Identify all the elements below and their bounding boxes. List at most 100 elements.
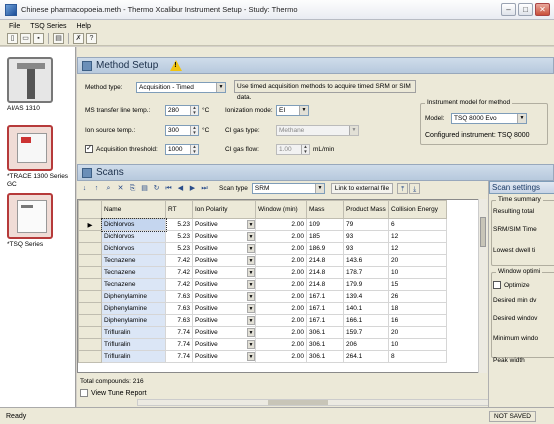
chevron-down-icon[interactable]: ▼: [247, 268, 255, 277]
instrument-item[interactable]: *TRACE 1300 Series GC: [7, 125, 73, 188]
scan-settings-tab[interactable]: Scan settings: [489, 181, 554, 194]
chevron-down-icon[interactable]: ▼: [247, 220, 255, 229]
chevron-down-icon[interactable]: ▼: [247, 244, 255, 253]
horizontal-scrollbar[interactable]: [137, 399, 537, 406]
table-row[interactable]: Tecnazene 7.42 Positive ▼ 2.00 214.8 178.7 10: [78, 266, 447, 279]
optimize-checkbox[interactable]: [493, 281, 501, 289]
name-cell[interactable]: Dichlorvos: [101, 230, 166, 243]
row-header[interactable]: [78, 302, 102, 315]
polarity-cell[interactable]: Positive ▼: [192, 314, 256, 327]
table-row[interactable]: Diphenylamine 7.63 Positive ▼ 2.00 167.1 166.1…: [78, 314, 447, 327]
collapse-icon[interactable]: [82, 60, 92, 71]
mass-cell[interactable]: 167.1: [306, 302, 344, 315]
collision-energy-cell[interactable]: 12: [388, 242, 447, 255]
rt-cell[interactable]: 7.63: [165, 314, 193, 327]
rt-cell[interactable]: 7.42: [165, 254, 193, 267]
spinner-icon[interactable]: ▲ ▼: [190, 105, 198, 115]
window-cell[interactable]: 2.00: [255, 302, 307, 315]
product-mass-cell[interactable]: 166.1: [343, 314, 389, 327]
copy-icon[interactable]: ⎘: [127, 183, 138, 194]
polarity-cell[interactable]: Positive ▼: [192, 350, 256, 363]
method-setup-header[interactable]: Method Setup: [77, 57, 554, 74]
polarity-cell[interactable]: Positive ▼: [192, 242, 256, 255]
collision-energy-cell[interactable]: 12: [388, 230, 447, 243]
table-row[interactable]: Dichlorvos 5.23 Positive ▼ 2.00 186.9 93 12: [78, 242, 447, 255]
find-icon[interactable]: ⌕: [103, 183, 114, 194]
vertical-scrollbar[interactable]: [478, 199, 487, 373]
delete-icon[interactable]: ✕: [115, 183, 126, 194]
chevron-down-icon[interactable]: ▼: [247, 256, 255, 265]
collision-energy-cell[interactable]: 16: [388, 314, 447, 327]
cut-icon[interactable]: ✗: [73, 33, 84, 44]
product-mass-cell[interactable]: 178.7: [343, 266, 389, 279]
column-header[interactable]: Collision Energy: [388, 200, 447, 219]
ionization-select[interactable]: EI ▼: [276, 105, 309, 116]
rt-cell[interactable]: 7.42: [165, 266, 193, 279]
maximize-button[interactable]: □: [518, 3, 533, 16]
column-header[interactable]: Name: [101, 200, 166, 219]
chevron-down-icon[interactable]: ▼: [247, 232, 255, 241]
name-cell[interactable]: Diphenylamine: [101, 302, 166, 315]
print-icon[interactable]: ▤: [53, 33, 64, 44]
collision-energy-cell[interactable]: 10: [388, 266, 447, 279]
paste-icon[interactable]: ▤: [139, 183, 150, 194]
row-header[interactable]: [78, 278, 102, 291]
rt-cell[interactable]: 7.74: [165, 326, 193, 339]
last-record-icon[interactable]: ⏭: [199, 183, 210, 194]
acq-threshold-checkbox[interactable]: ✓: [85, 145, 93, 153]
rt-cell[interactable]: 7.63: [165, 302, 193, 315]
expand-icon[interactable]: ⤒: [397, 182, 409, 194]
table-row[interactable]: Tecnazene 7.42 Positive ▼ 2.00 214.8 179.9 15: [78, 278, 447, 291]
product-mass-cell[interactable]: 179.9: [343, 278, 389, 291]
help-icon[interactable]: ?: [86, 33, 97, 44]
menu-tsq-series[interactable]: TSQ Series: [25, 23, 71, 30]
table-row[interactable]: Tecnazene 7.42 Positive ▼ 2.00 214.8 143.6 20: [78, 254, 447, 267]
chevron-down-icon[interactable]: ▼: [247, 352, 255, 361]
rt-cell[interactable]: 5.23: [165, 230, 193, 243]
polarity-cell[interactable]: Positive ▼: [192, 326, 256, 339]
table-row[interactable]: ▶ Dichlorvos 5.23 Positive ▼ 2.00 109 79 6: [78, 217, 447, 232]
mass-cell[interactable]: 109: [306, 218, 344, 231]
view-tune-report-link[interactable]: View Tune Report: [80, 389, 147, 397]
mass-cell[interactable]: 214.8: [306, 254, 344, 267]
window-cell[interactable]: 2.00: [255, 266, 307, 279]
collapse-all-icon[interactable]: ⤓: [409, 182, 421, 194]
name-cell[interactable]: Trifluralin: [101, 338, 166, 351]
mass-cell[interactable]: 214.8: [306, 278, 344, 291]
link-external-button[interactable]: Link to external file: [330, 182, 394, 194]
sort-descending-icon[interactable]: ↑: [91, 183, 102, 194]
mass-cell[interactable]: 167.1: [306, 290, 344, 303]
rt-cell[interactable]: 5.23: [165, 218, 193, 231]
polarity-cell[interactable]: Positive ▼: [192, 218, 256, 231]
rt-cell[interactable]: 5.23: [165, 242, 193, 255]
window-cell[interactable]: 2.00: [255, 338, 307, 351]
row-header[interactable]: [78, 266, 102, 279]
mass-cell[interactable]: 306.1: [306, 338, 344, 351]
table-row[interactable]: Diphenylamine 7.63 Positive ▼ 2.00 167.1 139.4…: [78, 290, 447, 303]
row-header[interactable]: [78, 314, 102, 327]
next-record-icon[interactable]: ▶: [187, 183, 198, 194]
rt-cell[interactable]: 7.74: [165, 338, 193, 351]
new-file-icon[interactable]: ▯: [7, 33, 18, 44]
collision-energy-cell[interactable]: 10: [388, 338, 447, 351]
name-cell[interactable]: Diphenylamine: [101, 290, 166, 303]
window-cell[interactable]: 2.00: [255, 230, 307, 243]
scrollbar-thumb[interactable]: [268, 400, 328, 405]
polarity-cell[interactable]: Positive ▼: [192, 338, 256, 351]
acq-threshold-input[interactable]: 1000 ▲ ▼: [165, 144, 199, 155]
row-header[interactable]: [78, 254, 102, 267]
save-icon[interactable]: ▪: [33, 33, 44, 44]
collapse-icon[interactable]: [82, 167, 92, 178]
scan-type-select[interactable]: SRM ▼: [251, 182, 325, 194]
window-cell[interactable]: 2.00: [255, 242, 307, 255]
chevron-down-icon[interactable]: ▼: [247, 304, 255, 313]
spinner-icon[interactable]: ▲ ▼: [190, 125, 198, 135]
polarity-cell[interactable]: Positive ▼: [192, 266, 256, 279]
product-mass-cell[interactable]: 143.6: [343, 254, 389, 267]
refresh-icon[interactable]: ↻: [151, 183, 162, 194]
column-header[interactable]: Window (min): [255, 200, 307, 219]
product-mass-cell[interactable]: 264.1: [343, 350, 389, 363]
instrument-item[interactable]: *TSQ Series: [7, 193, 73, 249]
method-type-select[interactable]: Acquisition - Timed ▼: [136, 82, 226, 93]
name-cell[interactable]: Tecnazene: [101, 278, 166, 291]
